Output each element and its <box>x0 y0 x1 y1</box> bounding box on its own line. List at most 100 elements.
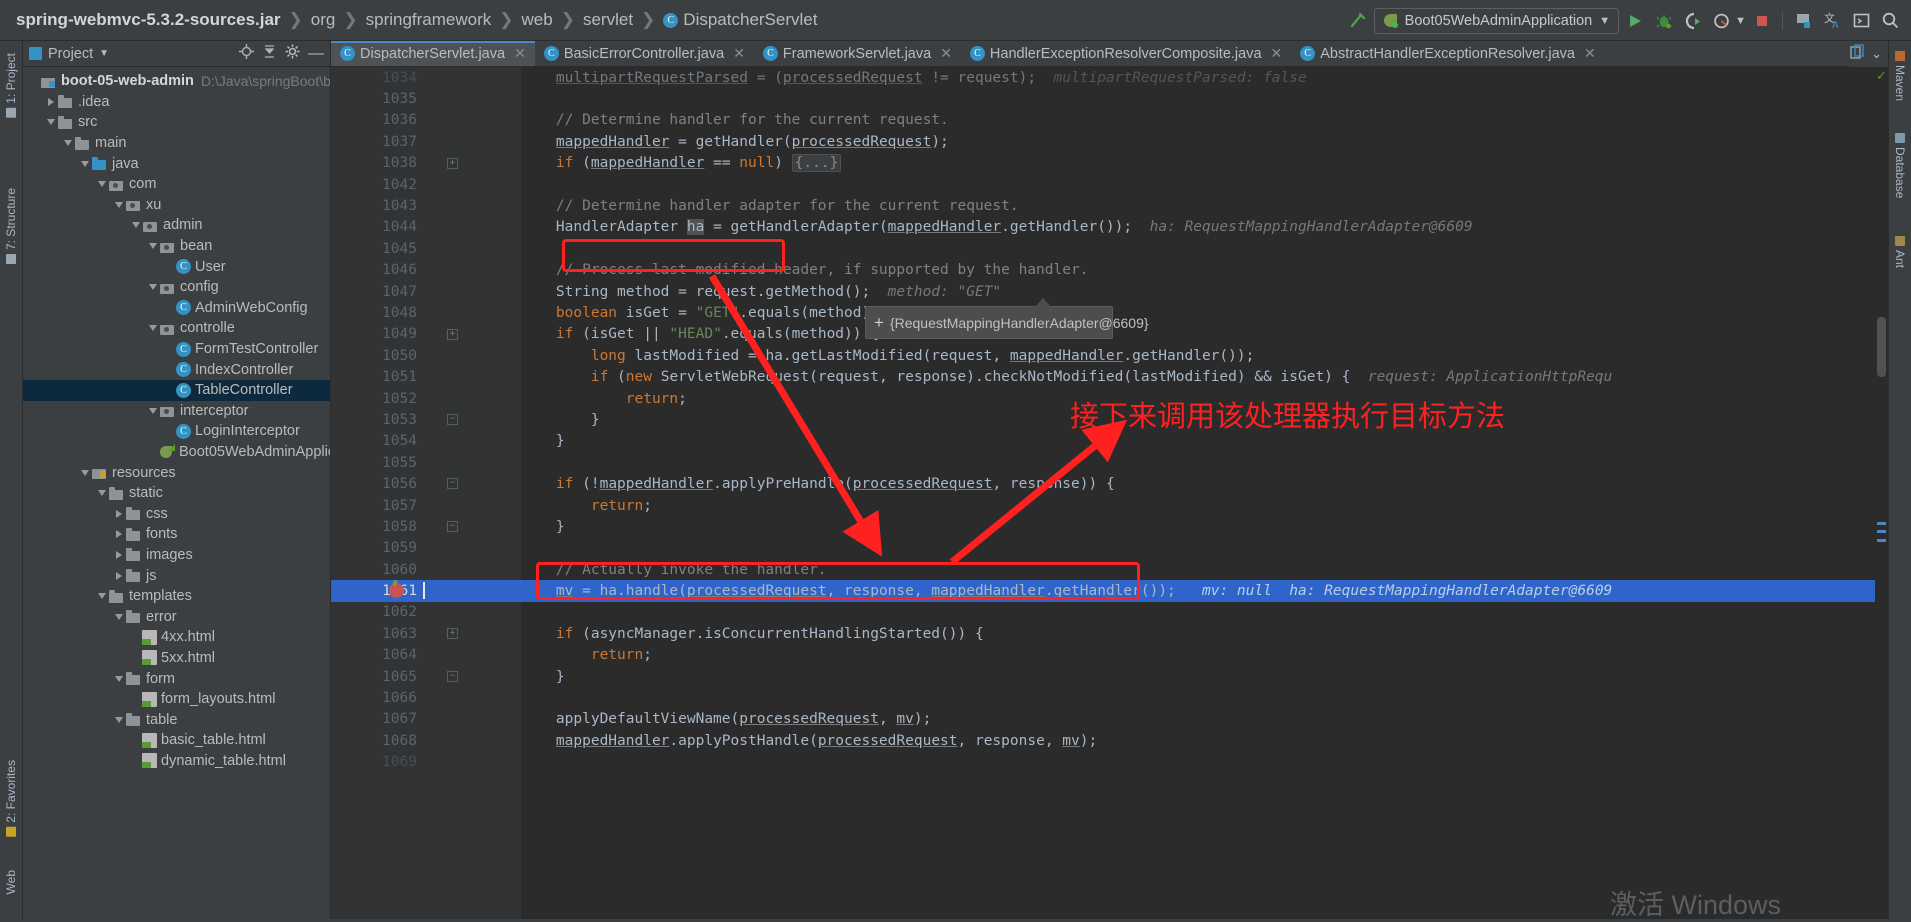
rail-item-structure[interactable]: 7: Structure <box>0 180 22 272</box>
tree-row[interactable]: C User <box>23 256 330 277</box>
twisty-expanded-icon[interactable] <box>61 140 74 147</box>
close-icon[interactable]: ✕ <box>733 45 745 62</box>
fold-collapse-icon[interactable]: − <box>447 670 458 682</box>
tree-row[interactable]: resources <box>23 462 330 483</box>
rail-item-database[interactable]: Database <box>1889 125 1911 206</box>
breadcrumb-item[interactable]: org <box>305 10 342 30</box>
close-icon[interactable]: ✕ <box>514 45 526 62</box>
tree-row[interactable]: com <box>23 174 330 195</box>
twisty-collapsed-icon[interactable] <box>112 571 125 580</box>
tree-row[interactable]: boot-05-web-admin D:\Java\springBoot\boot… <box>23 71 330 92</box>
source-code[interactable]: 1034 multipartRequestParsed = (processed… <box>331 67 1888 922</box>
editor-tab-bar[interactable]: C DispatcherServlet.java ✕ C BasicErrorContr… <box>331 41 1888 67</box>
code-line[interactable]: 1056 − if (!mappedHandler.applyPreHandle(… <box>331 473 1888 494</box>
rail-item-favorites[interactable]: 2: Favorites <box>0 752 22 845</box>
twisty-expanded-icon[interactable] <box>44 119 57 126</box>
twisty-expanded-icon[interactable] <box>146 325 159 332</box>
project-tree[interactable]: boot-05-web-admin D:\Java\springBoot\boot… <box>23 67 330 922</box>
twisty-expanded-icon[interactable] <box>95 593 108 600</box>
update-project-icon[interactable] <box>1790 8 1816 34</box>
tree-row[interactable]: bean <box>23 236 330 257</box>
tree-row[interactable]: C TableController <box>23 379 330 401</box>
translate-icon[interactable]: 文 A <box>1819 8 1845 34</box>
editor-scrollbar[interactable]: ✓ <box>1875 67 1888 922</box>
code-line[interactable]: 1067 applyDefaultViewName(processedReque… <box>331 709 1888 730</box>
run-with-coverage-icon[interactable] <box>1680 8 1706 34</box>
tree-row[interactable]: static <box>23 483 330 504</box>
chevron-down-icon[interactable]: ▼ <box>99 48 109 59</box>
tree-row[interactable]: main <box>23 133 330 154</box>
rail-item-web[interactable]: Web <box>0 862 22 902</box>
tree-row[interactable]: 4xx.html <box>23 627 330 648</box>
collapse-all-icon[interactable] <box>262 44 277 64</box>
twisty-expanded-icon[interactable] <box>95 181 108 188</box>
fold-collapse-icon[interactable]: − <box>447 521 458 533</box>
code-line[interactable]: 1060 // Actually invoke the handler. <box>331 559 1888 580</box>
tree-row[interactable]: admin <box>23 215 330 236</box>
expand-icon[interactable]: + <box>874 313 884 333</box>
run-icon[interactable] <box>1622 8 1648 34</box>
twisty-expanded-icon[interactable] <box>146 243 159 250</box>
fold-collapse-icon[interactable]: − <box>447 478 458 490</box>
debugger-value-tooltip[interactable]: + {RequestMappingHandlerAdapter@6609} <box>865 306 1149 339</box>
tree-row[interactable]: css <box>23 503 330 524</box>
tree-row[interactable]: C LoginInterceptor <box>23 421 330 442</box>
rail-item-ant[interactable]: Ant <box>1889 228 1911 276</box>
tree-row[interactable]: C IndexController <box>23 359 330 380</box>
breadcrumb-item[interactable]: springframework <box>360 10 498 30</box>
code-line[interactable]: 1043 // Determine handler adapter for th… <box>331 195 1888 216</box>
code-line[interactable]: 1034 multipartRequestParsed = (processed… <box>331 67 1888 88</box>
twisty-collapsed-icon[interactable] <box>112 550 125 559</box>
twisty-collapsed-icon[interactable] <box>44 97 57 106</box>
code-line[interactable]: 1037 mappedHandler = getHandler(processe… <box>331 131 1888 152</box>
close-icon[interactable]: ✕ <box>940 45 952 62</box>
fold-collapse-icon[interactable]: − <box>447 414 458 426</box>
tree-row[interactable]: Boot05WebAdminApplication <box>23 442 330 463</box>
code-line[interactable]: 1062 <box>331 602 1888 623</box>
fold-expand-icon[interactable]: + <box>447 328 458 340</box>
code-line[interactable]: 1059 <box>331 538 1888 559</box>
code-line[interactable]: 1045 <box>331 238 1888 259</box>
breadcrumb-item[interactable]: spring-webmvc-5.3.2-sources.jar <box>10 10 287 30</box>
close-icon[interactable]: ✕ <box>1584 45 1596 62</box>
twisty-expanded-icon[interactable] <box>78 160 91 167</box>
breadcrumb-item[interactable]: web <box>516 10 559 30</box>
tree-row[interactable]: xu <box>23 195 330 216</box>
editor-tab[interactable]: C FrameworkServlet.java ✕ <box>754 41 961 66</box>
tree-row[interactable]: basic_table.html <box>23 730 330 751</box>
twisty-expanded-icon[interactable] <box>146 284 159 291</box>
twisty-expanded-icon[interactable] <box>112 201 125 208</box>
hammer-build-icon[interactable] <box>1345 8 1371 34</box>
code-line[interactable]: 1065 − } <box>331 666 1888 687</box>
stop-icon[interactable] <box>1749 8 1775 34</box>
tree-row[interactable]: interceptor <box>23 401 330 422</box>
code-line[interactable]: 1047 String method = request.getMethod()… <box>331 281 1888 302</box>
profiler-icon[interactable] <box>1709 8 1735 34</box>
tree-row[interactable]: java <box>23 153 330 174</box>
fold-expand-icon[interactable]: + <box>447 157 458 169</box>
tree-row[interactable]: src <box>23 112 330 133</box>
twisty-expanded-icon[interactable] <box>78 469 91 476</box>
debug-icon[interactable] <box>1651 8 1677 34</box>
code-line[interactable]: 1051 if (new ServletWebRequest(request, … <box>331 366 1888 387</box>
gear-icon[interactable] <box>285 44 300 64</box>
tree-row[interactable]: js <box>23 565 330 586</box>
editor-tab[interactable]: C HandlerExceptionResolverComposite.java ✕ <box>961 41 1291 66</box>
code-line[interactable]: 1066 <box>331 687 1888 708</box>
tree-row[interactable]: controlle <box>23 318 330 339</box>
editor-tab[interactable]: C AbstractHandlerExceptionResolver.java ✕ <box>1291 41 1604 66</box>
tree-row[interactable]: C FormTestController <box>23 339 330 360</box>
code-line[interactable]: 1036 // Determine handler for the curren… <box>331 110 1888 131</box>
tree-row[interactable]: 5xx.html <box>23 648 330 669</box>
tree-row[interactable]: C AdminWebConfig <box>23 298 330 319</box>
twisty-collapsed-icon[interactable] <box>112 530 125 539</box>
tree-row[interactable]: error <box>23 606 330 627</box>
recent-files-icon[interactable] <box>1849 43 1865 65</box>
code-line[interactable]: 1042 <box>331 174 1888 195</box>
close-icon[interactable]: ✕ <box>1271 45 1283 62</box>
run-configuration-selector[interactable]: Boot05WebAdminApplication ▼ <box>1373 7 1620 34</box>
code-line[interactable]: 1064 return; <box>331 645 1888 666</box>
profiler-dropdown-chevron-icon[interactable]: ▼ <box>1735 15 1746 27</box>
code-line[interactable]: 1058 − } <box>331 516 1888 537</box>
fold-expand-icon[interactable]: + <box>447 628 458 640</box>
